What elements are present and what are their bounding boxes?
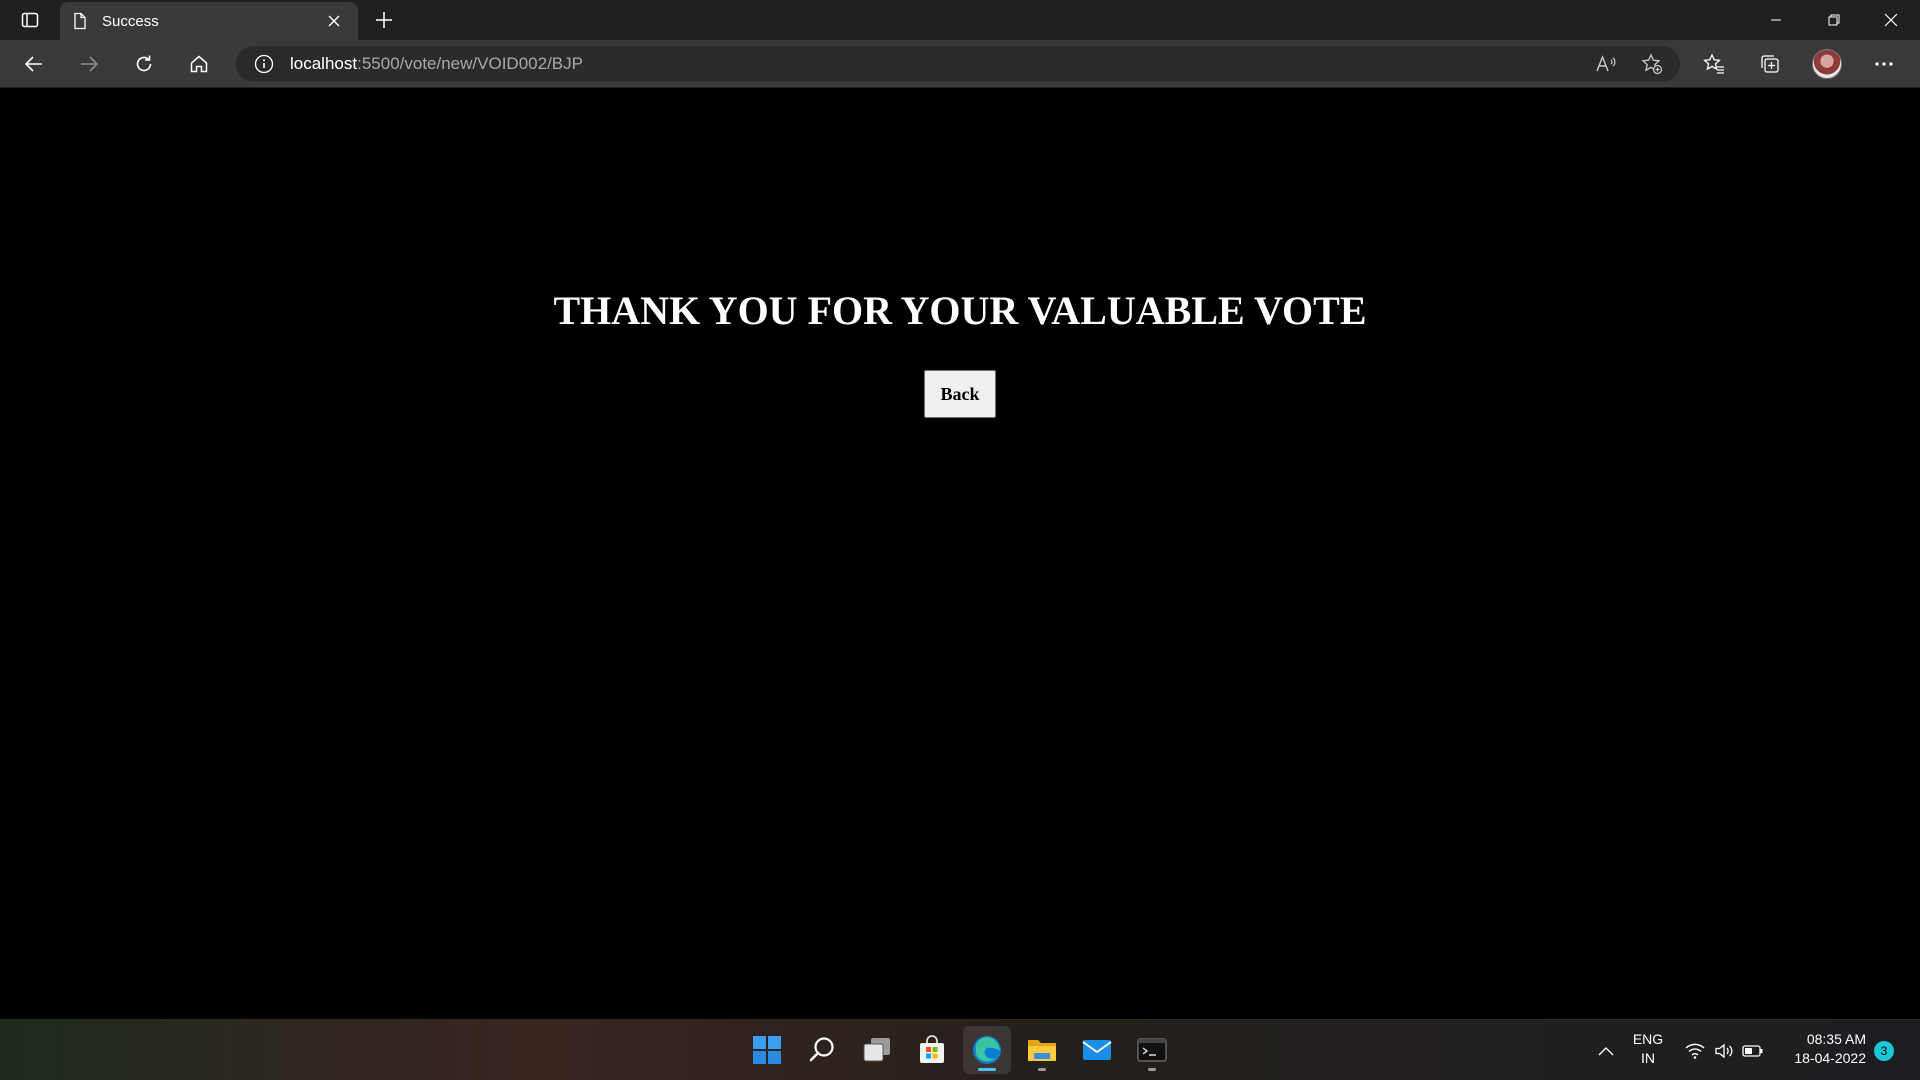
collections-icon [1761,55,1779,73]
home-button[interactable] [179,44,219,84]
show-hidden-icons-button[interactable] [1594,1040,1618,1062]
page-headline: THANK YOU FOR YOUR VALUABLE VOTE [553,288,1367,333]
close-icon [328,15,340,27]
edge-icon [973,1036,1001,1064]
clock-date: 18-04-2022 [1794,1050,1866,1066]
browser-tab-active[interactable]: Success [60,2,358,40]
profile-button[interactable] [1807,44,1847,84]
task-view-button[interactable] [853,1026,901,1074]
close-window-button[interactable] [1862,0,1920,40]
star-add-icon [1641,53,1663,75]
more-icon [1875,62,1893,66]
terminal-button[interactable] [1128,1026,1176,1074]
add-favorite-button[interactable] [1634,50,1670,78]
read-aloud-button[interactable] [1588,50,1624,78]
web-page-content: THANK YOU FOR YOUR VALUABLE VOTE Back [0,89,1920,1019]
language-region: IN [1641,1050,1655,1066]
new-tab-button[interactable] [366,4,402,36]
battery-icon [1742,1045,1763,1057]
url-text: localhost:5500/vote/new/VOID002/BJP [290,54,583,74]
minimize-icon [1771,19,1781,21]
notification-badge[interactable]: 3 [1874,1041,1894,1061]
forward-nav-button[interactable] [69,44,109,84]
restore-icon [1828,14,1840,26]
restore-button[interactable] [1805,0,1863,40]
windows-logo-icon [753,1036,781,1064]
store-icon [920,1035,944,1063]
address-bar[interactable]: localhost:5500/vote/new/VOID002/BJP [236,46,1680,82]
close-tab-button[interactable] [322,9,346,33]
battery-status[interactable] [1741,1040,1765,1062]
task-view-icon [863,1038,890,1062]
refresh-icon [136,55,152,72]
read-aloud-icon [1596,55,1616,72]
page-icon [74,12,86,30]
avatar [1812,49,1842,79]
running-app-indicator [1148,1068,1156,1071]
back-button[interactable]: Back [924,370,996,418]
browser-toolbar: localhost:5500/vote/new/VOID002/BJP [0,40,1920,88]
tab-actions-button[interactable] [10,4,50,36]
favorites-icon [1703,53,1724,74]
home-icon [190,55,208,73]
store-button[interactable] [908,1026,956,1074]
url-path: :5500/vote/new/VOID002/BJP [357,54,583,73]
start-button[interactable] [743,1026,791,1074]
refresh-button[interactable] [124,44,164,84]
language-code: ENG [1632,1031,1664,1047]
back-nav-button[interactable] [14,44,54,84]
settings-more-button[interactable] [1864,44,1904,84]
mail-icon [1082,1040,1112,1060]
minimize-button[interactable] [1747,0,1805,40]
plus-icon [376,12,392,28]
tab-actions-icon [21,12,39,28]
chevron-up-icon [1598,1047,1614,1056]
windows-taskbar: ENG IN 08:35 AM 18-04-2022 3 [0,1019,1920,1080]
favorites-button[interactable] [1694,44,1734,84]
arrow-right-icon [81,56,99,72]
search-icon [809,1037,834,1062]
wifi-status[interactable] [1683,1040,1707,1062]
wifi-icon [1685,1043,1705,1059]
site-info-button[interactable] [244,46,284,82]
terminal-icon [1137,1038,1167,1062]
file-explorer-button[interactable] [1018,1026,1066,1074]
info-icon [254,54,274,74]
running-app-indicator [1038,1068,1046,1071]
close-icon [1884,13,1898,27]
edge-taskbar-button[interactable] [963,1026,1011,1074]
url-host: localhost [290,54,358,73]
volume-icon [1715,1043,1733,1059]
language-indicator[interactable]: ENG IN [1630,1030,1666,1068]
collections-button[interactable] [1750,44,1790,84]
active-app-indicator [978,1068,996,1071]
clock-time: 08:35 AM [1806,1031,1866,1047]
clock[interactable]: 08:35 AM 18-04-2022 [1778,1030,1866,1068]
volume-status[interactable] [1712,1040,1736,1062]
search-button[interactable] [798,1026,846,1074]
mail-button[interactable] [1073,1026,1121,1074]
arrow-left-icon [24,56,42,72]
file-explorer-icon [1028,1040,1056,1061]
browser-tab-strip: Success [0,0,1920,40]
tab-title: Success [102,12,159,30]
